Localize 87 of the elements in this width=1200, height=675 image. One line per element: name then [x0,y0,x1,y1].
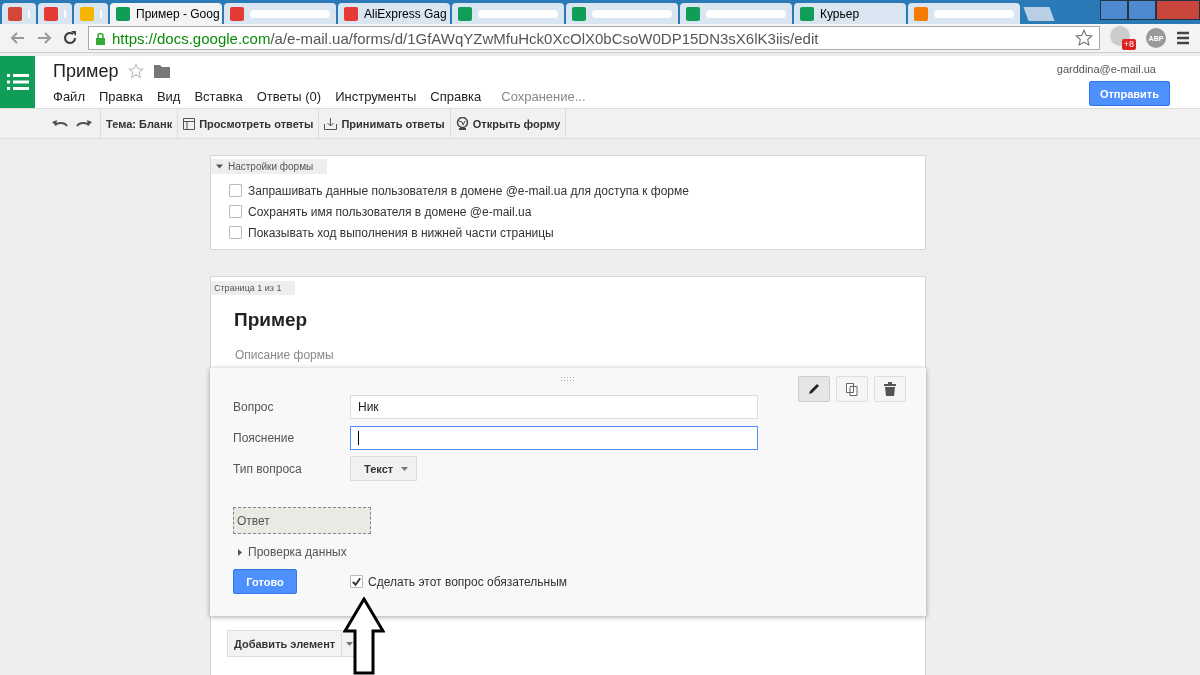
question-type-dropdown[interactable]: Текст [350,456,418,481]
question-field[interactable]: Ник [350,394,758,419]
field-label: Вопрос [233,399,275,414]
tab-favicon-icon [458,6,472,21]
menu-item[interactable]: Файл [53,88,85,104]
url-text: https://docs.google.com/a/e-mail.ua/forms/d/1GfAWqYZwMfuHck0XcOlX0bCsoW0DP15DN3sX6lK3iis/edit [112,29,820,47]
menu-item[interactable]: Ответы (0) [256,88,322,104]
browser-tab[interactable] [680,3,792,24]
data-validation-toggle[interactable]: Проверка данных [233,545,926,559]
browser-tab[interactable] [908,3,1020,24]
browser-tab[interactable] [38,3,72,24]
option-label: Запрашивать данные пользователя в домене @e-mail.ua для доступа к форме [248,183,689,198]
folder-icon[interactable] [154,64,171,78]
field-label: Тип вопроса [233,461,303,476]
menu-item[interactable]: Вид [156,88,181,104]
forms-logo-icon[interactable] [0,56,35,108]
settings-header[interactable]: Настройки формы [211,159,328,174]
back-icon[interactable] [10,30,26,46]
copy-icon [845,382,859,396]
address-field[interactable]: https://docs.google.com/a/e-mail.ua/forms/d/1GfAWqYZwMfuHck0XcOlX0bCsoW0DP15DN3sX6lK3iis/edit [88,26,1100,50]
star-icon[interactable] [128,63,145,79]
tab-favicon-icon [572,6,586,21]
duplicate-button[interactable] [836,376,868,402]
close-button[interactable] [1156,0,1200,20]
field-label: Пояснение [233,430,296,445]
option-label: Показывать ход выполнения в нижней части страницы [248,225,554,240]
globe-icon [455,116,469,131]
maximize-button[interactable] [1128,0,1156,20]
help-text-field[interactable] [350,425,758,450]
checkbox[interactable] [229,205,242,218]
reload-icon[interactable] [62,30,78,46]
edit-button[interactable] [798,376,830,402]
tab-title: Пример - Goog [136,6,220,21]
delete-button[interactable] [874,376,906,402]
checkbox[interactable] [350,575,363,588]
menu-item[interactable]: Вставка [194,88,243,104]
tab-favicon-icon [800,6,814,21]
caret-icon [345,641,353,646]
lock-icon [95,31,106,45]
document-title[interactable]: Пример [53,60,119,82]
caret-icon [238,549,242,556]
new-tab-button[interactable] [1023,7,1055,21]
option-label: Сохранять имя пользователя в домене @e-mail.ua [248,204,532,219]
tab-title: Курьер [820,6,860,21]
tab-favicon-icon [80,6,94,21]
tab-favicon-icon [344,6,358,21]
answer-preview-field: Ответ [233,507,371,534]
toolbar-button[interactable]: Тема: Бланк [101,109,179,138]
toolbar-button[interactable]: Принимать ответы [319,109,451,138]
browser-tab[interactable] [2,3,36,24]
menu-item[interactable]: Инструменты [335,88,417,104]
table-icon [183,117,196,130]
browser-tab[interactable] [224,3,336,24]
tab-favicon-icon [230,6,244,21]
browser-tab[interactable]: Курьер [794,3,906,24]
notification-badge: +8 [1121,39,1136,50]
menu-icon[interactable] [1176,31,1190,45]
account-menu[interactable]: garddina@e-mail.ua [1056,63,1156,75]
caret-icon [216,163,223,170]
tab-favicon-icon [914,6,928,21]
minimize-button[interactable] [1100,0,1128,20]
menu-item[interactable]: Справка [430,88,482,104]
forward-icon[interactable] [36,30,52,46]
toolbar-button[interactable]: Просмотреть ответы [178,109,320,138]
browser-tab[interactable]: Пример - Goog [110,3,222,24]
tab-title: AliExpress Gag [364,6,447,21]
checkbox[interactable] [229,226,242,239]
browser-tab[interactable] [566,3,678,24]
caret-icon [401,466,409,471]
form-description[interactable]: Описание формы [211,331,925,362]
browser-tab[interactable]: AliExpress Gag [338,3,450,24]
pencil-icon [807,382,821,396]
star-icon[interactable] [1075,29,1093,47]
menu-item[interactable]: Правка [98,88,143,104]
trash-icon [884,382,896,396]
form-title[interactable]: Пример [211,295,925,331]
tab-favicon-icon [116,6,130,21]
download-icon [324,117,338,130]
tab-favicon-icon [44,6,58,21]
required-label: Сделать этот вопрос обязательным [368,574,568,589]
add-item-button[interactable]: Добавить элемент [227,630,343,657]
tab-favicon-icon [686,6,700,21]
save-status: Сохранение... [501,88,586,104]
browser-tab[interactable] [452,3,564,24]
checkbox[interactable] [229,184,242,197]
tab-favicon-icon [8,6,22,21]
toolbar-button[interactable]: Открыть форму [450,109,567,138]
